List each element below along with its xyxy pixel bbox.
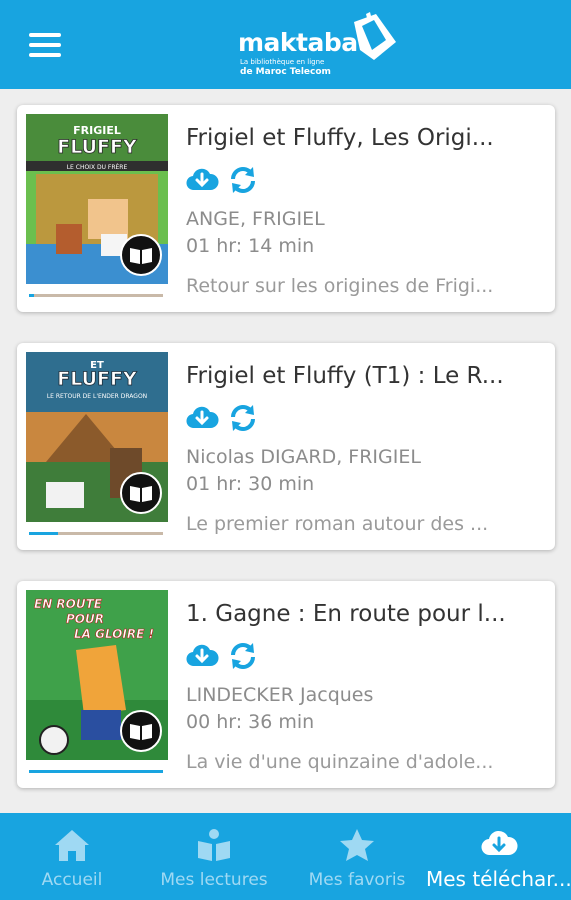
svg-text:EN ROUTE: EN ROUTE [34,597,103,611]
book-description: Retour sur les origines de Frigi... [186,275,494,297]
svg-text:FLUFFY: FLUFFY [57,136,137,158]
reading-progress [29,294,163,297]
book-description: La vie d'une quinzaine d'adole... [186,751,494,773]
cloud-download-icon [481,830,518,856]
nav-label: Accueil [41,870,103,890]
book-title: Frigiel et Fluffy (T1) : Le R... [186,363,504,389]
nav-accueil[interactable]: Accueil [22,813,122,900]
sync-icon[interactable] [226,641,260,671]
reading-progress [29,770,163,773]
book-title: Frigiel et Fluffy, Les Origi... [186,125,494,151]
menu-icon[interactable] [29,33,61,57]
logo-mark-icon [354,12,396,60]
svg-text:POUR: POUR [66,612,104,626]
book-icon[interactable] [120,472,162,514]
book-cover[interactable]: EN ROUTE POUR LA GLOIRE ! [26,590,168,760]
svg-text:LE RETOUR DE L'ENDER DRAGON: LE RETOUR DE L'ENDER DRAGON [47,393,147,400]
book-author: ANGE, FRIGIEL [186,208,325,230]
app-header: maktabati La bibliothèque en ligne de Ma… [0,0,571,89]
book-cover[interactable]: FRIGIEL FLUFFY LE CHOIX DU FRÈRE [26,114,168,284]
book-author: LINDECKER Jacques [186,684,374,706]
reading-progress [29,532,163,535]
nav-label: Mes favoris [308,870,406,890]
book-icon[interactable] [120,234,162,276]
book-author: Nicolas DIGARD, FRIGIEL [186,446,421,468]
logo-tagline: La bibliothèque en ligne [240,58,325,66]
reading-progress-fill [29,532,59,535]
book-card[interactable]: ET FLUFFY LE RETOUR DE L'ENDER DRAGON Fr… [17,343,555,550]
book-description: Le premier roman autour des ... [186,513,489,535]
book-title: 1. Gagne : En route pour l... [186,601,506,627]
svg-text:LA GLOIRE !: LA GLOIRE ! [74,627,154,641]
book-card[interactable]: EN ROUTE POUR LA GLOIRE ! 1. Gagne : En … [17,581,555,788]
home-icon [55,830,89,861]
nav-mes-lectures[interactable]: Mes lectures [152,813,276,900]
nav-label: Mes lectures [160,870,268,890]
reading-progress-fill [29,294,35,297]
cloud-download-icon[interactable] [185,403,219,433]
app-logo: maktabati La bibliothèque en ligne de Ma… [238,12,398,78]
reading-progress-fill [29,770,163,773]
book-duration: 01 hr: 14 min [186,235,315,257]
nav-mes-telechargements[interactable]: Mes téléchar... [426,813,571,900]
nav-label: Mes téléchar... [426,867,571,891]
cloud-download-icon[interactable] [185,641,219,671]
sync-icon[interactable] [226,403,260,433]
nav-mes-favoris[interactable]: Mes favoris [300,813,414,900]
cloud-download-icon[interactable] [185,165,219,195]
book-card[interactable]: FRIGIEL FLUFFY LE CHOIX DU FRÈRE Frigiel… [17,105,555,312]
book-duration: 01 hr: 30 min [186,473,315,495]
book-reader-icon [198,829,230,861]
bottom-navigation: Accueil Mes lectures Mes favoris Mes tél… [0,813,571,900]
logo-brand: de Maroc Telecom [240,67,331,77]
sync-icon[interactable] [226,165,260,195]
star-icon [340,829,374,861]
book-icon[interactable] [120,710,162,752]
book-cover[interactable]: ET FLUFFY LE RETOUR DE L'ENDER DRAGON [26,352,168,522]
svg-text:FLUFFY: FLUFFY [57,368,137,390]
svg-text:LE CHOIX DU FRÈRE: LE CHOIX DU FRÈRE [67,163,128,171]
book-duration: 00 hr: 36 min [186,711,315,733]
